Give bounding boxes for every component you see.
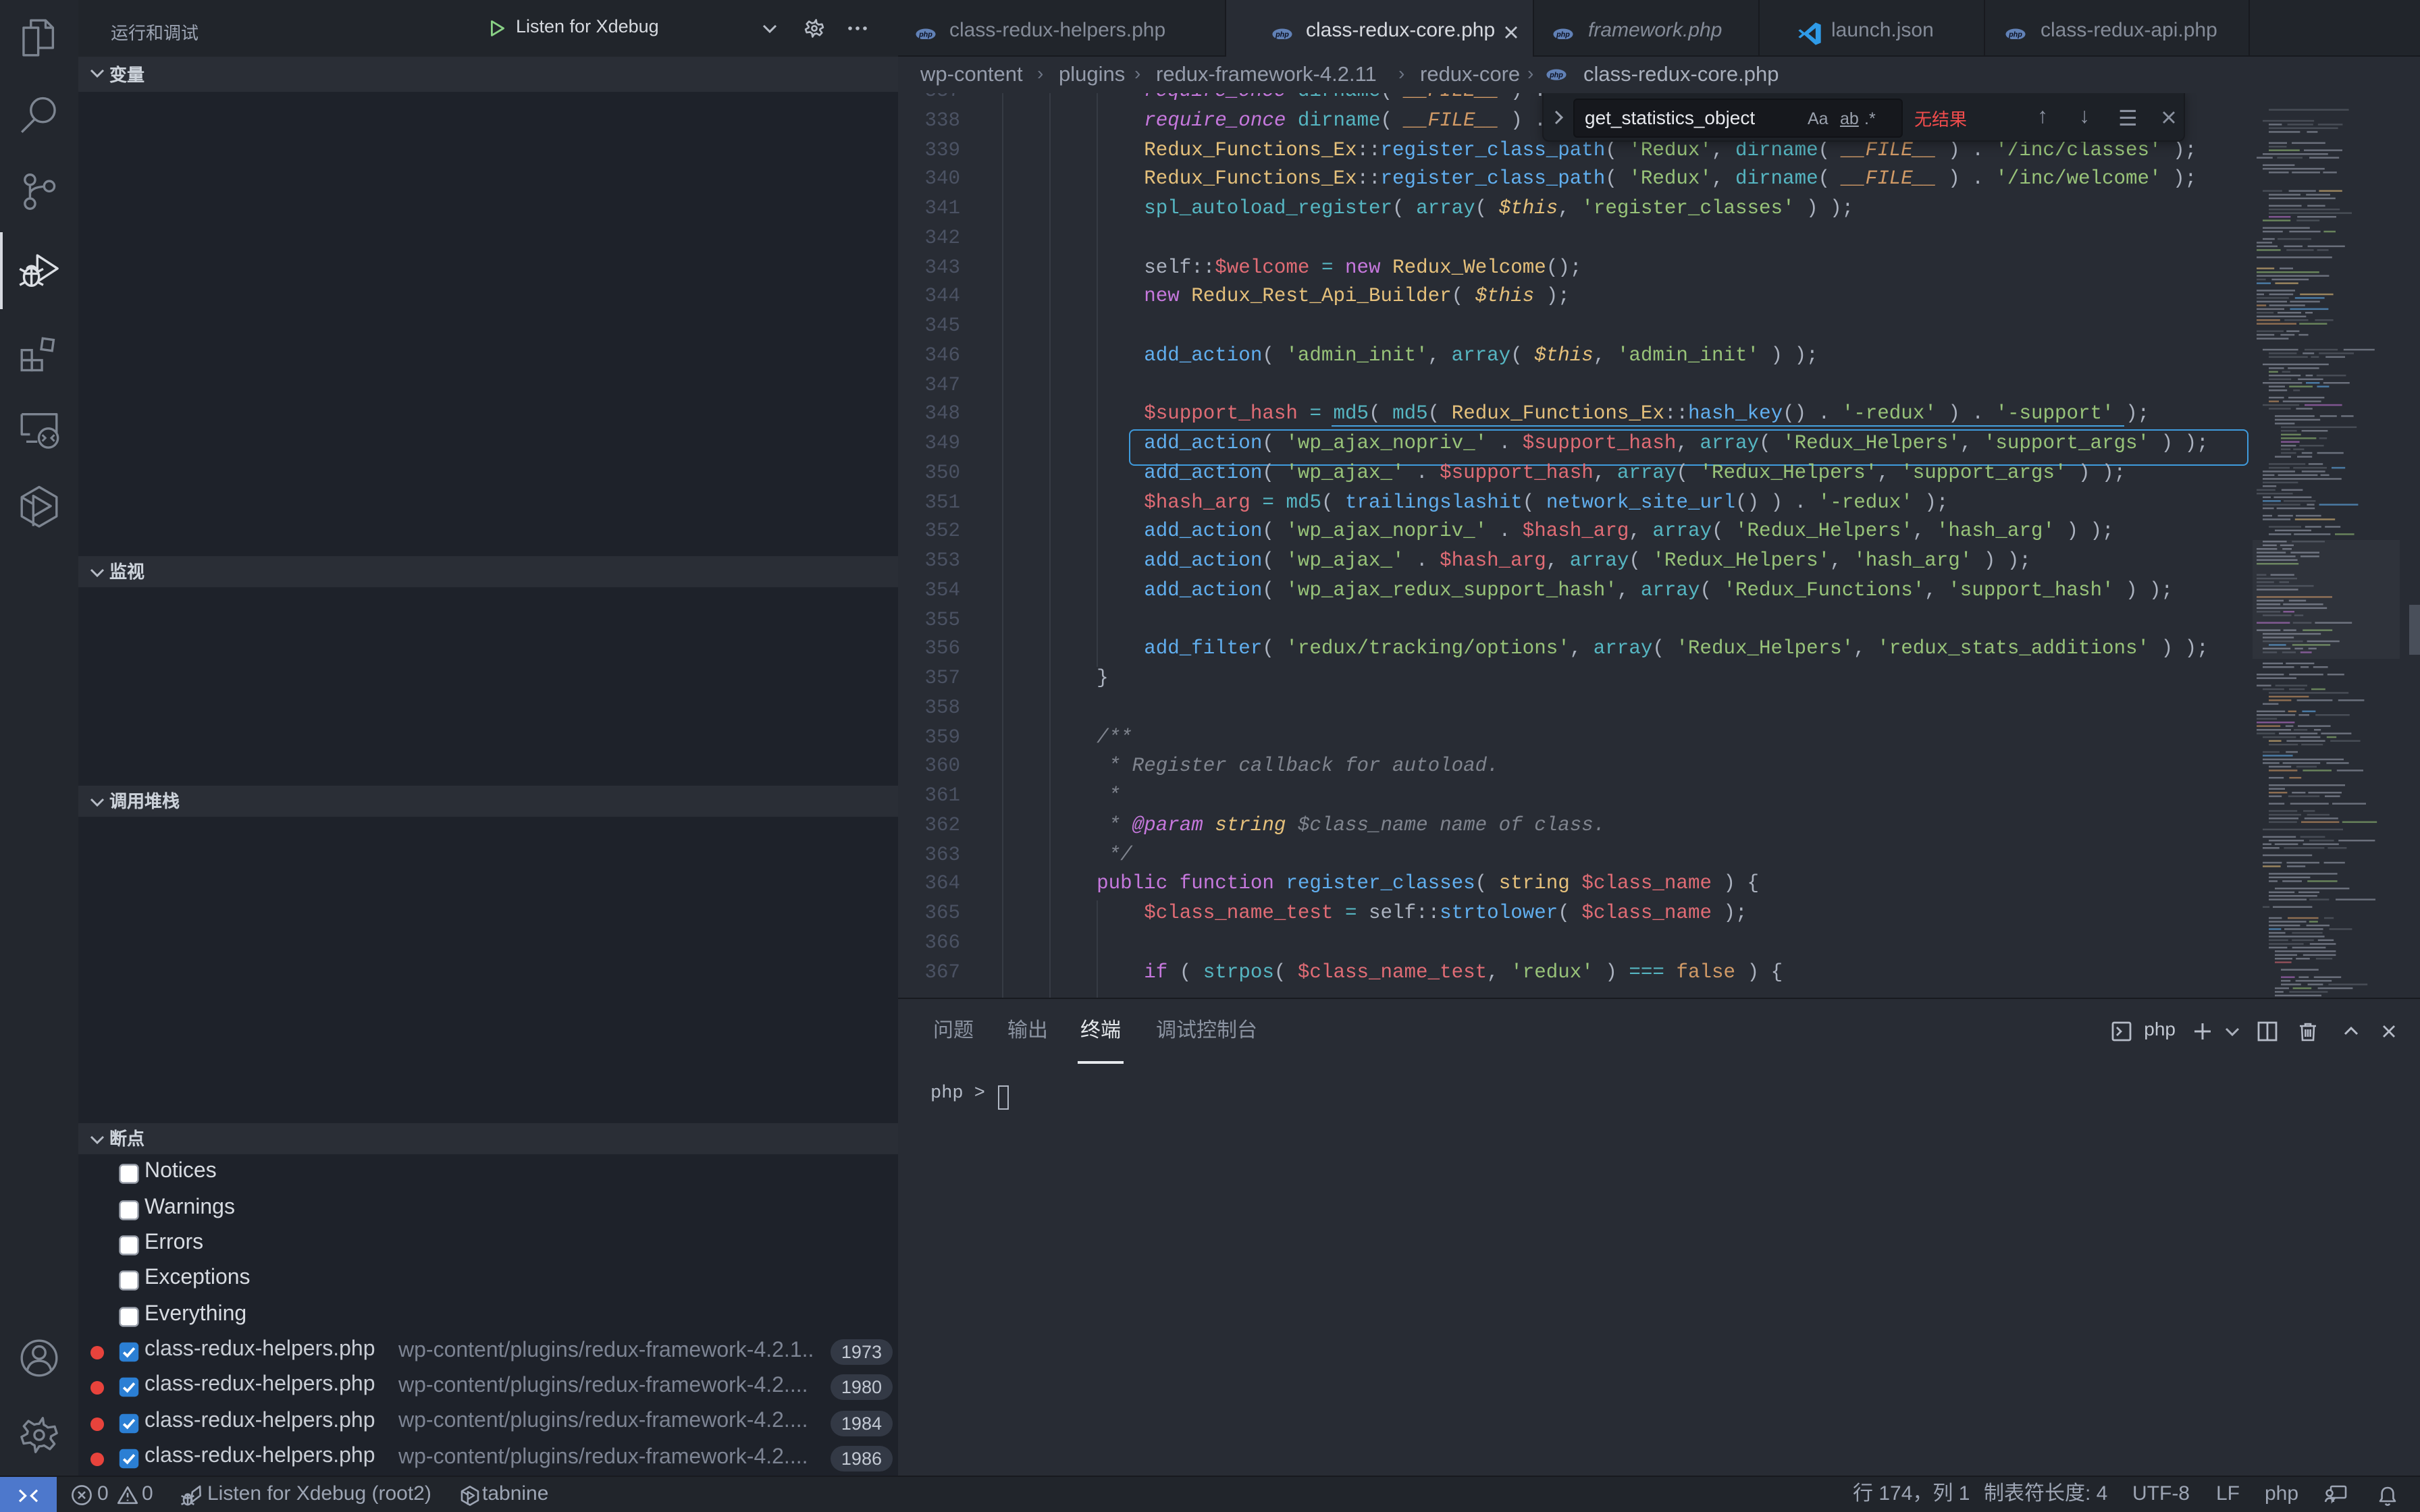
svg-text:php: php <box>918 30 932 38</box>
svg-text:php: php <box>2008 30 2022 38</box>
svg-text:php: php <box>1556 30 1570 38</box>
svg-text:php: php <box>1548 72 1562 80</box>
svg-text:php: php <box>1275 30 1289 38</box>
